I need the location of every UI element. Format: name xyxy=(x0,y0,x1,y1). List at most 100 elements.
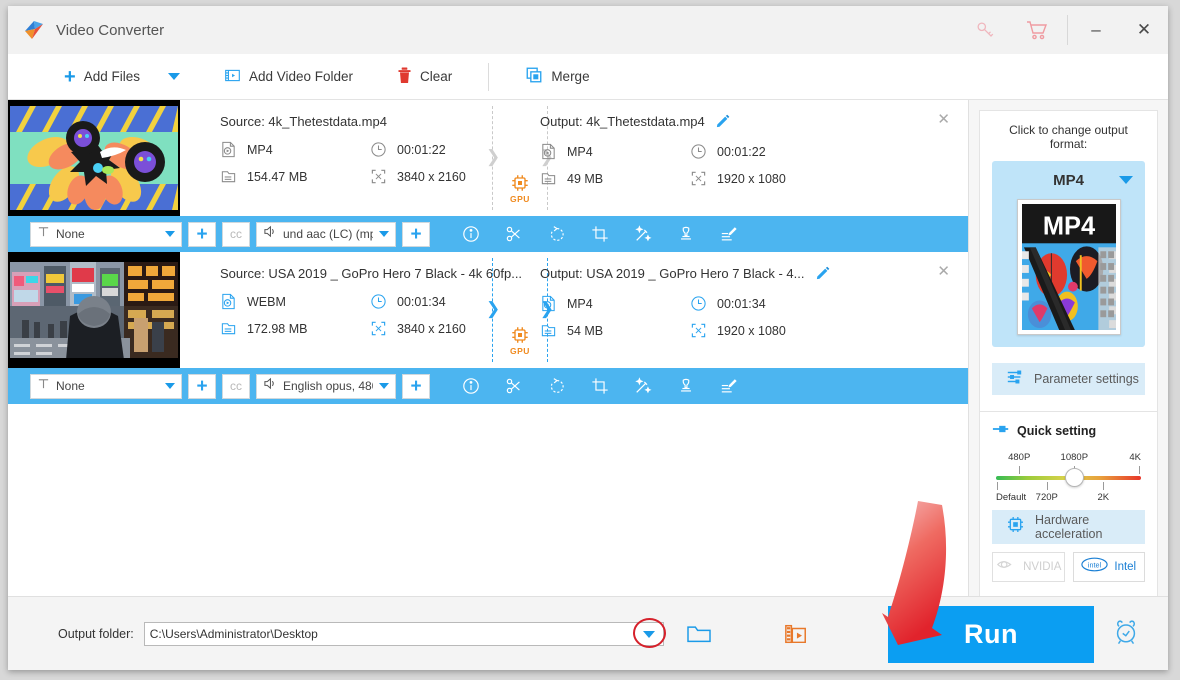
cart-icon[interactable] xyxy=(1011,6,1063,54)
close-button[interactable]: ✕ xyxy=(1120,6,1168,54)
merge-label: Merge xyxy=(551,69,590,84)
file-format-icon xyxy=(540,143,557,160)
closed-caption-button[interactable]: cc xyxy=(222,221,250,247)
output-format-selector[interactable]: MP4 MP4 xyxy=(992,161,1145,347)
output-filename: Output: 4k_Thetestdata.mp4 xyxy=(540,114,705,129)
run-label: Run xyxy=(964,619,1018,649)
video-folder-icon xyxy=(224,67,241,87)
key-icon[interactable] xyxy=(959,6,1011,54)
source-size: 154.47 MB xyxy=(220,168,370,185)
source-info: Source: 4k_Thetestdata.mp4 MP4 00:01:22 … xyxy=(180,100,554,216)
source-meta: MP4 00:01:22 154.47 MB 3840 x 2160 xyxy=(220,141,520,185)
edit-pencil-icon[interactable] xyxy=(816,266,830,283)
crop-icon[interactable] xyxy=(591,225,609,243)
info-icon[interactable] xyxy=(462,225,480,243)
subtitle-icon[interactable] xyxy=(720,377,738,395)
cc-label: cc xyxy=(230,227,242,241)
output-settings-panel: Click to change output format: MP4 MP4 P… xyxy=(968,100,1168,597)
source-info: Source: USA 2019 _ GoPro Hero 7 Black - … xyxy=(180,252,554,368)
output-folder-input[interactable] xyxy=(143,621,664,646)
file-size-icon xyxy=(220,168,237,185)
subtitle-select[interactable]: None xyxy=(30,373,182,399)
info-icon[interactable] xyxy=(462,377,480,395)
add-subtitle-button[interactable]: + xyxy=(188,373,216,399)
output-duration-value: 00:01:34 xyxy=(717,296,766,311)
output-meta: MP4 00:01:22 49 MB 1920 x 1080 xyxy=(540,143,968,187)
text-icon xyxy=(37,377,50,395)
source-resolution-value: 3840 x 2160 xyxy=(397,321,466,336)
plus-icon: + xyxy=(196,223,208,245)
intel-toggle[interactable]: intel Intel xyxy=(1072,552,1145,582)
file-item[interactable]: Source: USA 2019 _ GoPro Hero 7 Black - … xyxy=(8,252,968,404)
subtitle-icon[interactable] xyxy=(720,225,738,243)
cut-icon[interactable] xyxy=(505,377,523,395)
source-format-value: WEBM xyxy=(247,294,286,309)
rotate-icon[interactable] xyxy=(548,377,566,395)
remove-file-button[interactable]: ✕ xyxy=(937,264,950,279)
window-controls: – ✕ xyxy=(959,6,1168,54)
add-audio-button[interactable]: + xyxy=(402,221,430,247)
edit-tools xyxy=(462,377,738,395)
effect-icon[interactable] xyxy=(634,377,652,395)
output-meta: MP4 00:01:34 54 MB 1920 x 1080 xyxy=(540,295,968,339)
output-size-value: 49 MB xyxy=(567,171,604,186)
watermark-icon[interactable] xyxy=(677,377,695,395)
merge-button[interactable]: Merge xyxy=(511,54,603,99)
resolution-icon xyxy=(370,320,387,337)
main-toolbar: + Add Files Add Video Folder Clear Merge xyxy=(8,54,1168,100)
output-resolution-value: 1920 x 1080 xyxy=(717,171,786,186)
quality-slider[interactable]: 480P 1080P 4K Default 720P 2K xyxy=(996,452,1141,506)
chevron-down-icon xyxy=(379,383,389,389)
edit-tools xyxy=(462,225,738,243)
clear-button[interactable]: Clear xyxy=(383,54,466,99)
hardware-acceleration-button[interactable]: Hardware acceleration xyxy=(992,510,1145,544)
crop-icon[interactable] xyxy=(591,377,609,395)
media-library-icon[interactable] xyxy=(784,622,808,646)
slider-knob[interactable] xyxy=(1065,468,1085,487)
audio-select[interactable]: English opus, 48000 xyxy=(256,373,396,399)
edit-pencil-icon[interactable] xyxy=(716,114,730,131)
browse-folder-icon[interactable] xyxy=(686,623,712,645)
add-files-button[interactable]: + Add Files xyxy=(50,54,154,99)
file-action-strip: None + cc und aac (LC) (m + xyxy=(8,216,968,252)
app-logo-icon xyxy=(22,18,46,42)
chevron-right-icon: ❯ xyxy=(486,299,501,318)
cut-icon[interactable] xyxy=(505,225,523,243)
chevron-down-icon[interactable] xyxy=(642,630,655,638)
slider-label-480p: 480P xyxy=(1008,452,1031,463)
cc-label: cc xyxy=(230,379,242,393)
clear-label: Clear xyxy=(420,69,453,84)
add-subtitle-button[interactable]: + xyxy=(188,221,216,247)
output-duration-value: 00:01:22 xyxy=(717,144,766,159)
source-filename: Source: USA 2019 _ GoPro Hero 7 Black - … xyxy=(220,266,523,281)
watermark-icon[interactable] xyxy=(677,225,695,243)
svg-text:intel: intel xyxy=(1088,561,1102,570)
output-resolution: 1920 x 1080 xyxy=(690,322,968,339)
output-size-value: 54 MB xyxy=(567,323,604,338)
file-item[interactable]: Source: 4k_Thetestdata.mp4 MP4 00:01:22 … xyxy=(8,100,968,252)
format-card: Click to change output format: MP4 MP4 P… xyxy=(979,110,1158,412)
source-filename: Source: 4k_Thetestdata.mp4 xyxy=(220,114,387,129)
minimize-button[interactable]: – xyxy=(1072,6,1120,54)
rotate-icon[interactable] xyxy=(548,225,566,243)
audio-select[interactable]: und aac (LC) (mp4a xyxy=(256,221,396,247)
video-thumbnail[interactable] xyxy=(8,252,180,368)
output-filename-wrap: Output: USA 2019 _ GoPro Hero 7 Black - … xyxy=(540,266,968,283)
run-button[interactable]: Run xyxy=(888,606,1094,663)
remove-file-button[interactable]: ✕ xyxy=(937,112,950,127)
alarm-clock-icon[interactable] xyxy=(1112,617,1140,650)
source-size-value: 172.98 MB xyxy=(247,321,308,336)
video-thumbnail[interactable] xyxy=(8,100,180,216)
add-audio-button[interactable]: + xyxy=(402,373,430,399)
subtitle-select[interactable]: None xyxy=(30,221,182,247)
add-video-folder-button[interactable]: Add Video Folder xyxy=(210,54,367,99)
add-files-dropdown[interactable] xyxy=(154,73,194,80)
parameter-settings-button[interactable]: Parameter settings xyxy=(992,363,1145,395)
nvidia-toggle[interactable]: NVIDIA xyxy=(992,552,1065,582)
source-resolution-value: 3840 x 2160 xyxy=(397,169,466,184)
closed-caption-button[interactable]: cc xyxy=(222,373,250,399)
output-format-value: MP4 xyxy=(567,144,593,159)
output-format: MP4 xyxy=(540,143,690,160)
chevron-right-icon: ❯ xyxy=(486,147,501,166)
effect-icon[interactable] xyxy=(634,225,652,243)
